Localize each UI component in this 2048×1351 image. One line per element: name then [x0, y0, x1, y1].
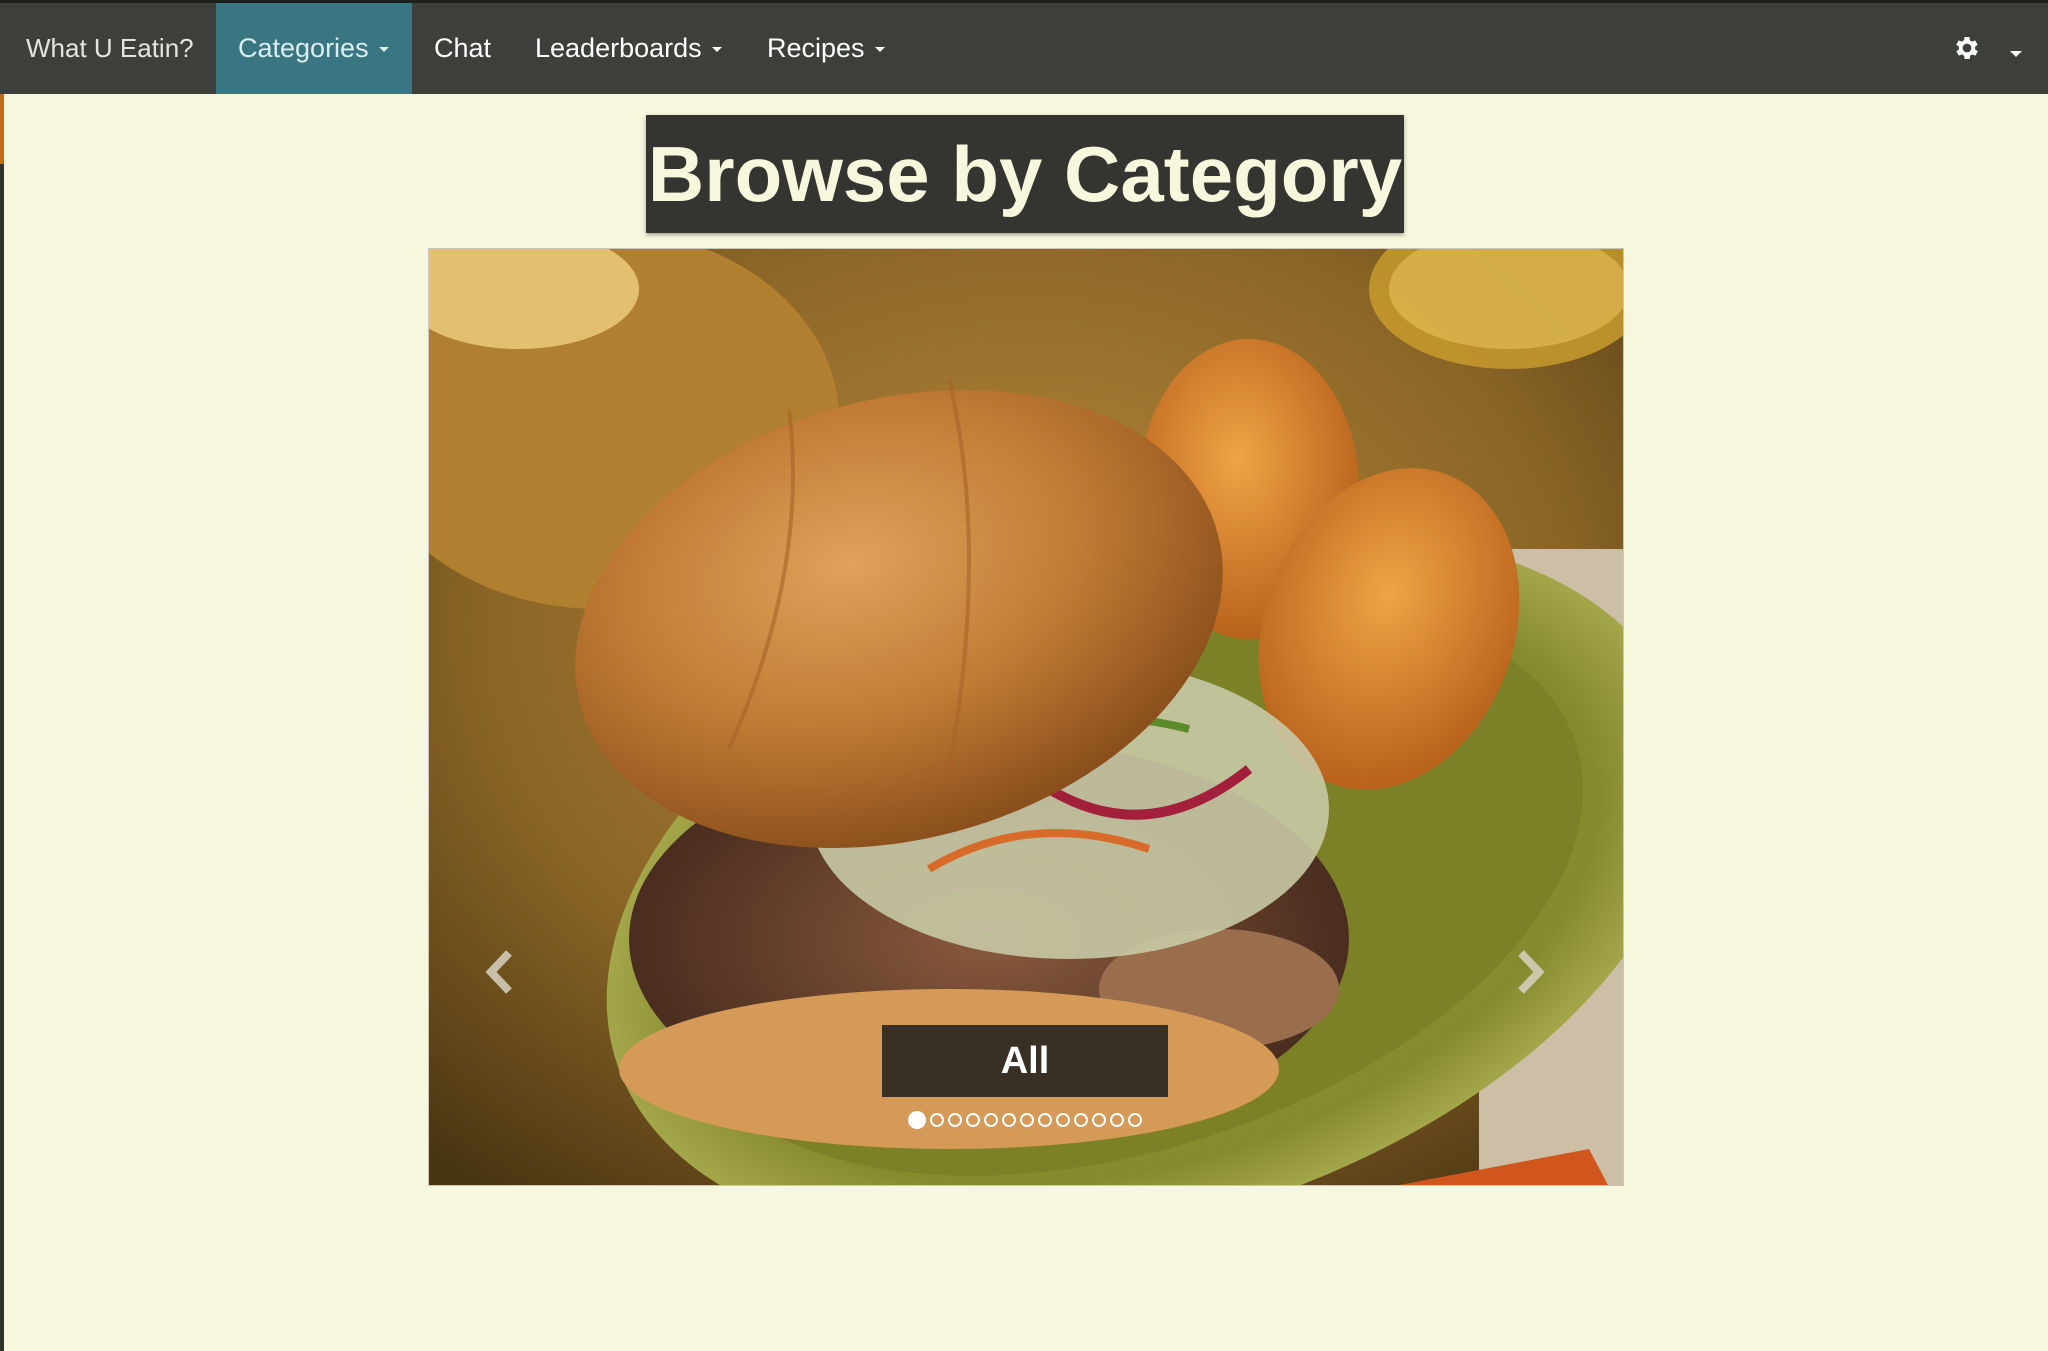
nav-recipes-dropdown[interactable]: Recipes: [767, 3, 885, 94]
gear-icon[interactable]: [1952, 33, 1982, 63]
user-menu-caret-icon[interactable]: [2010, 51, 2022, 57]
carousel-indicator-dot[interactable]: [1002, 1113, 1016, 1127]
nav-leaderboards-dropdown[interactable]: Leaderboards: [535, 3, 722, 94]
caret-down-icon: [874, 47, 885, 53]
caret-down-icon: [378, 47, 389, 53]
nav-recipes-label: Recipes: [767, 33, 865, 63]
carousel-indicator-dot[interactable]: [1038, 1113, 1052, 1127]
carousel-indicator-dot[interactable]: [1020, 1113, 1034, 1127]
window-accent: [0, 94, 4, 164]
carousel-indicator-dot[interactable]: [1056, 1113, 1070, 1127]
carousel-indicator-dot[interactable]: [1128, 1113, 1142, 1127]
nav-categories-label: Categories: [238, 33, 369, 63]
carousel-indicators: [908, 1111, 1146, 1129]
nav-leaderboards-label: Leaderboards: [535, 33, 702, 63]
page-title: Browse by Category: [647, 130, 1403, 218]
carousel-caption-text: All: [1000, 1040, 1050, 1082]
chevron-right-icon[interactable]: [1513, 949, 1549, 995]
carousel-indicator-dot[interactable]: [1092, 1113, 1106, 1127]
page-title-box: Browse by Category: [646, 115, 1404, 233]
carousel-indicator-dot[interactable]: [966, 1113, 980, 1127]
carousel-indicator-dot[interactable]: [1074, 1113, 1088, 1127]
carousel-indicator-dot[interactable]: [908, 1111, 926, 1129]
carousel-indicator-dot[interactable]: [930, 1113, 944, 1127]
top-navbar: What U Eatin? Categories Chat Leaderboar…: [0, 0, 2048, 94]
caret-down-icon: [711, 47, 722, 53]
carousel-indicator-dot[interactable]: [948, 1113, 962, 1127]
carousel-indicator-dot[interactable]: [1110, 1113, 1124, 1127]
window-left-edge: [0, 0, 4, 1351]
brand-link[interactable]: What U Eatin?: [26, 3, 194, 94]
nav-chat-link[interactable]: Chat: [434, 3, 491, 94]
nav-chat-label: Chat: [434, 33, 492, 63]
nav-categories-dropdown[interactable]: Categories: [216, 3, 412, 94]
carousel-caption: All: [882, 1025, 1168, 1097]
chevron-left-icon[interactable]: [481, 949, 517, 995]
carousel-indicator-dot[interactable]: [984, 1113, 998, 1127]
